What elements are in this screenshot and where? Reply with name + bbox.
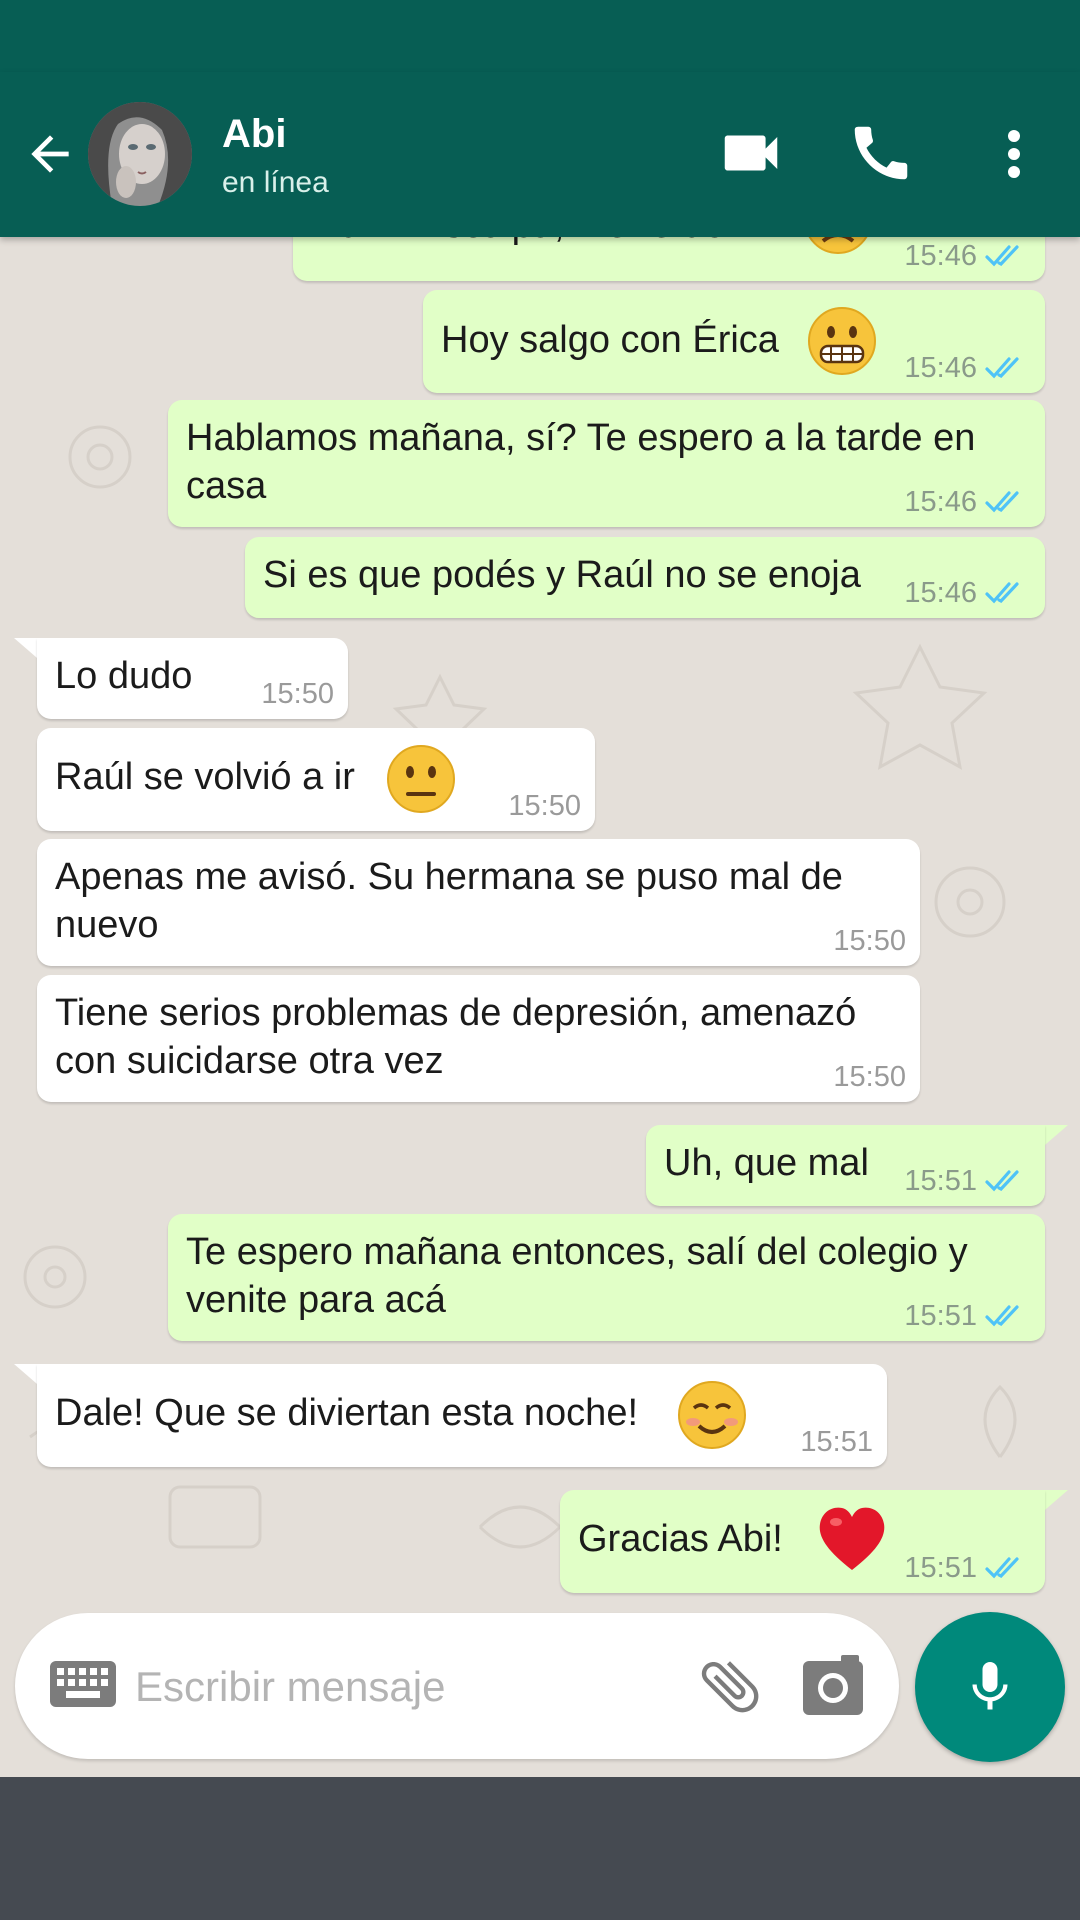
message-meta: 15:46 (904, 239, 1031, 273)
chat-header: Abi en línea (0, 72, 1080, 237)
message-meta: 15:51 (904, 1551, 1031, 1585)
phone-icon[interactable] (846, 118, 916, 188)
message-text: Abi... Disculpa, me re dormí (311, 237, 780, 249)
message-bubble-outgoing[interactable]: Si es que podés y Raúl no se enoja 15:46 (245, 537, 1045, 618)
message-bubble-outgoing[interactable]: Uh, que mal 15:51 (646, 1125, 1045, 1206)
message-time: 15:50 (261, 678, 334, 710)
grimacing-face-emoji (808, 307, 876, 375)
message-time: 15:46 (904, 577, 977, 609)
message-meta: 15:46 (904, 351, 1031, 385)
paperclip-icon[interactable] (695, 1651, 765, 1721)
message-meta: 15:50 (833, 1060, 906, 1094)
avatar[interactable] (88, 102, 192, 206)
read-ticks-icon (985, 582, 1019, 604)
neutral-face-emoji (387, 745, 455, 813)
read-ticks-icon (985, 1170, 1019, 1192)
message-text: Tiene serios problemas de depresión, ame… (55, 992, 857, 1082)
message-meta: 15:51 (800, 1425, 873, 1459)
message-bubble-incoming[interactable]: Tiene serios problemas de depresión, ame… (37, 975, 920, 1102)
message-text: Hablamos mañana, sí? Te espero a la tard… (186, 417, 976, 507)
message-bubble-incoming[interactable]: Lo dudo 15:50 (37, 638, 348, 719)
message-bubble-outgoing[interactable]: Hablamos mañana, sí? Te espero a la tard… (168, 400, 1045, 527)
message-text: Gracias Abi! (578, 1518, 783, 1560)
message-meta: 15:50 (508, 789, 581, 823)
message-bubble-incoming[interactable]: Dale! Que se diviertan esta noche! 15:51 (37, 1364, 887, 1467)
message-text: Lo dudo (55, 655, 193, 697)
message-meta: 15:51 (904, 1164, 1031, 1198)
message-text: Raúl se volvió a ir (55, 756, 355, 798)
message-meta: 15:51 (904, 1299, 1031, 1333)
read-ticks-icon (985, 1305, 1019, 1327)
message-bubble-incoming[interactable]: Raúl se volvió a ir 15:50 (37, 728, 595, 831)
message-meta: 15:50 (833, 924, 906, 958)
smiling-face-emoji (678, 1381, 746, 1449)
message-time: 15:50 (508, 790, 581, 822)
message-time: 15:46 (904, 352, 977, 384)
message-text: Si es que podés y Raúl no se enoja (263, 554, 861, 596)
disappointed-face-emoji (808, 237, 868, 254)
microphone-button[interactable] (915, 1612, 1065, 1762)
message-time: 15:50 (833, 1061, 906, 1093)
message-text: Te espero mañana entonces, salí del cole… (186, 1231, 968, 1321)
message-text: Uh, que mal (664, 1142, 869, 1184)
message-bubble-outgoing[interactable]: Abi... Disculpa, me re dormí 15:46 (293, 237, 1045, 281)
message-list[interactable]: Abi... Disculpa, me re dormí 15:46 Hoy s… (0, 237, 1080, 1777)
message-meta: 15:46 (904, 576, 1031, 610)
camera-icon[interactable] (801, 1655, 865, 1717)
message-text: Apenas me avisó. Su hermana se puso mal … (55, 856, 843, 946)
status-bar (0, 0, 1080, 72)
read-ticks-icon (985, 245, 1019, 267)
message-time: 15:46 (904, 240, 977, 272)
read-ticks-icon (985, 357, 1019, 379)
message-bubble-incoming[interactable]: Apenas me avisó. Su hermana se puso mal … (37, 839, 920, 966)
read-ticks-icon (985, 1557, 1019, 1579)
back-arrow-icon[interactable] (22, 126, 78, 182)
message-text: Hoy salgo con Érica (441, 319, 779, 361)
more-vert-icon[interactable] (990, 118, 1040, 188)
message-time: 15:50 (833, 925, 906, 957)
red-heart-emoji (819, 1507, 885, 1570)
keyboard-icon[interactable] (50, 1661, 116, 1711)
message-bubble-outgoing[interactable]: Te espero mañana entonces, salí del cole… (168, 1214, 1045, 1341)
message-meta: 15:46 (904, 485, 1031, 519)
message-meta: 15:50 (261, 677, 334, 711)
contact-status: en línea (222, 166, 329, 199)
system-navigation-bar (0, 1777, 1080, 1920)
message-time: 15:46 (904, 486, 977, 518)
message-time: 15:51 (904, 1552, 977, 1584)
message-input[interactable] (133, 1653, 677, 1721)
message-time: 15:51 (904, 1300, 977, 1332)
video-camera-icon[interactable] (716, 118, 786, 188)
message-text: Dale! Que se diviertan esta noche! (55, 1392, 639, 1434)
message-composer (15, 1613, 899, 1759)
message-bubble-outgoing[interactable]: Hoy salgo con Érica 15:46 (423, 290, 1045, 393)
message-time: 15:51 (800, 1426, 873, 1458)
message-bubble-outgoing[interactable]: Gracias Abi! 15:51 (560, 1490, 1045, 1593)
read-ticks-icon (985, 491, 1019, 513)
microphone-icon (972, 1662, 1008, 1710)
message-time: 15:51 (904, 1165, 977, 1197)
contact-name[interactable]: Abi (222, 112, 286, 157)
